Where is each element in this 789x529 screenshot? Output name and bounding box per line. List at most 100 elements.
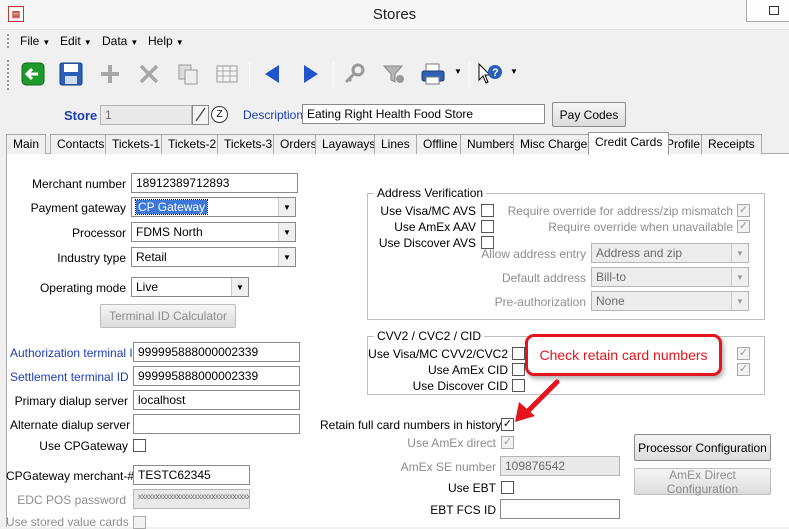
help-dropdown-icon[interactable]: ▼ xyxy=(510,67,518,76)
tab-tickets-1[interactable]: Tickets-1 xyxy=(105,134,168,154)
description-input[interactable]: Eating Right Health Food Store xyxy=(302,104,545,124)
cvv-unavailable-checkbox[interactable]: ✓ xyxy=(737,363,750,376)
store-input[interactable]: 1 xyxy=(100,105,192,125)
tab-offline[interactable]: Offline xyxy=(416,134,465,154)
back-icon[interactable] xyxy=(19,60,47,88)
menu-bar: File ▼ Edit ▼ Data ▼ Help ▼ xyxy=(0,31,789,51)
title-bar: ▤ Stores xyxy=(0,0,789,30)
amex-direct-configuration-button[interactable]: AmEx Direct Configuration xyxy=(634,468,771,496)
payment-gateway-label: Payment gateway xyxy=(30,201,126,215)
toolbar-separator xyxy=(469,62,470,88)
use-amex-cid-checkbox[interactable] xyxy=(512,363,525,376)
lookup-icon xyxy=(195,107,206,122)
previous-icon[interactable] xyxy=(258,60,286,88)
ebt-fcs-id-label: EBT FCS ID xyxy=(430,503,496,517)
preauth-value: None xyxy=(596,294,625,308)
menu-help[interactable]: Help ▼ xyxy=(148,34,184,48)
tab-main[interactable]: Main xyxy=(6,134,47,154)
processor-configuration-button[interactable]: Processor Configuration xyxy=(634,434,771,461)
industry-type-label: Industry type xyxy=(57,251,126,265)
save-icon[interactable] xyxy=(57,60,85,88)
terminal-id-calculator-button[interactable]: Terminal ID Calculator xyxy=(100,304,236,328)
use-amex-aav-checkbox[interactable] xyxy=(481,220,494,233)
tab-receipts[interactable]: Receipts xyxy=(701,134,762,154)
amex-se-number-label: AmEx SE number xyxy=(400,460,496,474)
filter-icon[interactable] xyxy=(380,60,408,88)
help-cursor-icon[interactable]: ? xyxy=(476,60,504,88)
use-ebt-checkbox[interactable] xyxy=(501,481,514,494)
menu-file-label: File xyxy=(20,34,40,48)
chevron-down-icon: ▼ xyxy=(731,244,748,262)
tab-layaways[interactable]: Layaways xyxy=(315,134,383,154)
use-stored-value-checkbox[interactable] xyxy=(133,516,146,529)
merchant-number-label: Merchant number xyxy=(31,177,126,191)
processor-select[interactable]: FDMS North ▼ xyxy=(131,222,296,242)
ebt-fcs-id-input[interactable] xyxy=(500,499,620,519)
search-key-icon[interactable] xyxy=(341,60,369,88)
default-address-select[interactable]: Bill-to ▼ xyxy=(591,267,749,287)
use-amex-direct-checkbox[interactable]: ✓ xyxy=(501,436,514,449)
edc-pos-password-input[interactable]: xxxxxxxxxxxxxxxxxxxxxxxxxxxxxxxx xyxy=(133,489,250,509)
tab-tickets-3[interactable]: Tickets-3 xyxy=(217,134,280,154)
industry-type-select[interactable]: Retail ▼ xyxy=(131,247,296,267)
tab-credit-cards[interactable]: Credit Cards xyxy=(588,132,670,155)
store-label: Store xyxy=(64,108,98,123)
auth-terminal-id-input[interactable]: 999995888000002339 xyxy=(133,342,300,362)
processor-value: FDMS North xyxy=(136,225,203,239)
add-icon[interactable] xyxy=(96,60,124,88)
require-override-unavailable-label: Require override when unavailable xyxy=(548,220,733,234)
print-dropdown-icon[interactable]: ▼ xyxy=(454,67,462,76)
menu-file[interactable]: File ▼ xyxy=(20,34,50,48)
allow-address-entry-select[interactable]: Address and zip ▼ xyxy=(591,243,749,263)
use-discover-avs-label: Use Discover AVS xyxy=(378,236,476,250)
require-override-mismatch-checkbox[interactable]: ✓ xyxy=(737,204,750,217)
use-discover-cid-label: Use Discover CID xyxy=(412,379,508,393)
maximize-button[interactable] xyxy=(746,0,789,22)
primary-dialup-input[interactable]: localhost xyxy=(133,390,300,410)
tab-contacts[interactable]: Contacts xyxy=(50,134,112,154)
use-amex-cid-label: Use AmEx CID xyxy=(427,363,508,377)
require-override-unavailable-checkbox[interactable]: ✓ xyxy=(737,220,750,233)
operating-mode-select[interactable]: Live ▼ xyxy=(131,277,249,297)
tab-tickets-2[interactable]: Tickets-2 xyxy=(161,134,224,154)
menu-edit[interactable]: Edit ▼ xyxy=(60,34,92,48)
callout-annotation: Check retain card numbers xyxy=(525,334,722,376)
menu-data[interactable]: Data ▼ xyxy=(102,34,138,48)
settlement-terminal-id-label[interactable]: Settlement terminal ID xyxy=(10,370,129,384)
pay-codes-button[interactable]: Pay Codes xyxy=(552,102,626,127)
cvv-override-checkbox[interactable]: ✓ xyxy=(737,347,750,360)
print-icon[interactable] xyxy=(419,60,447,88)
preauth-select[interactable]: None ▼ xyxy=(591,291,749,311)
use-ebt-label: Use EBT xyxy=(447,481,496,495)
retain-full-card-checkbox[interactable]: ✓ xyxy=(501,418,514,431)
address-verification-title: Address Verification xyxy=(374,186,487,200)
delete-icon[interactable] xyxy=(135,60,163,88)
store-lookup-button[interactable] xyxy=(192,105,209,125)
use-visa-avs-label: Use Visa/MC AVS xyxy=(380,204,476,218)
use-visa-avs-checkbox[interactable] xyxy=(481,204,494,217)
maximize-icon xyxy=(769,6,779,15)
alternate-dialup-input[interactable] xyxy=(133,414,300,434)
next-icon[interactable] xyxy=(297,60,325,88)
processor-label: Processor xyxy=(71,226,126,240)
cpgateway-merchant-label: CPGateway merchant-# xyxy=(6,469,135,483)
tab-lines[interactable]: Lines xyxy=(374,134,417,154)
chevron-down-icon: ▼ xyxy=(278,198,295,216)
operating-mode-label: Operating mode xyxy=(39,281,126,295)
use-cpgateway-label: Use CPGateway xyxy=(39,439,128,453)
grid-icon[interactable] xyxy=(213,60,241,88)
auth-terminal-id-label[interactable]: Authorization terminal ID xyxy=(10,346,141,360)
amex-se-number-input[interactable]: 109876542 xyxy=(500,456,620,476)
use-visa-cvv-checkbox[interactable] xyxy=(512,347,525,360)
use-cpgateway-checkbox[interactable] xyxy=(133,439,146,452)
payment-gateway-select[interactable]: CP Gateway ▼ xyxy=(131,197,296,217)
use-amex-direct-label: Use AmEx direct xyxy=(407,436,496,450)
cpgateway-merchant-input[interactable]: TESTC62345 xyxy=(133,465,250,485)
copy-icon[interactable] xyxy=(174,60,202,88)
allow-address-entry-label: Allow address entry xyxy=(481,247,586,261)
chevron-down-icon: ▼ xyxy=(731,268,748,286)
require-override-mismatch-label: Require override for address/zip mismatc… xyxy=(507,204,733,218)
zoom-icon[interactable]: Z xyxy=(211,106,228,123)
merchant-number-input[interactable]: 18912389712893 xyxy=(131,173,298,193)
settlement-terminal-id-input[interactable]: 999995888000002339 xyxy=(133,366,300,386)
